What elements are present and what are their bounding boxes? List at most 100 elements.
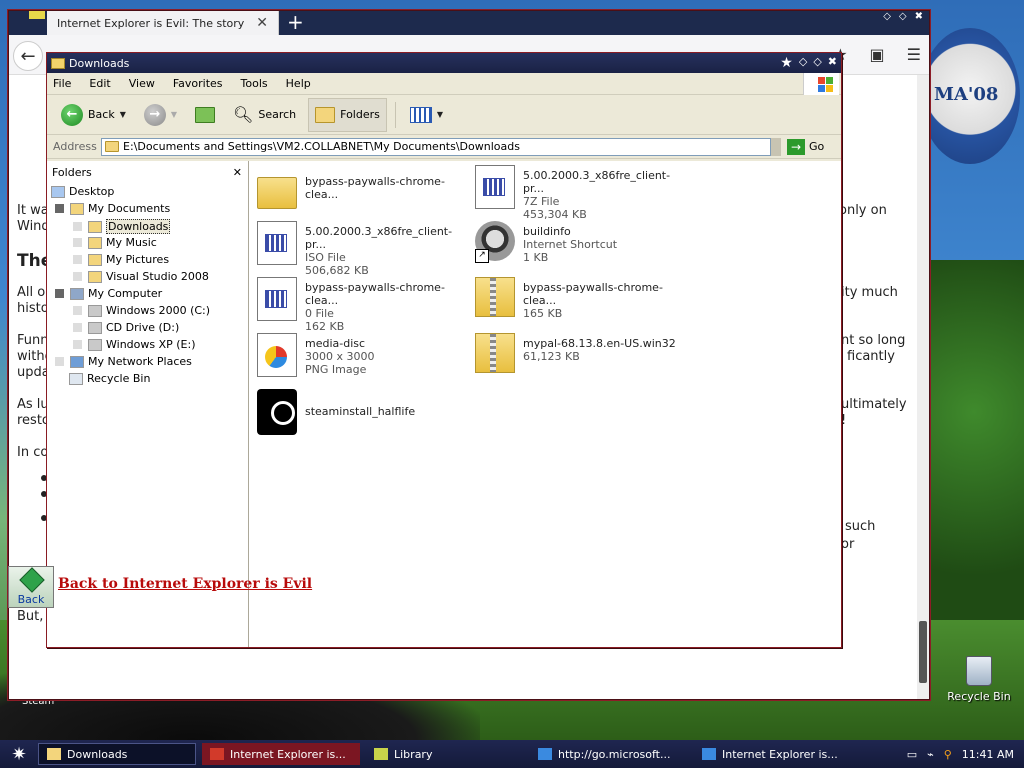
tree-item-my-network-places[interactable]: My Network Places [55, 355, 192, 368]
back-icon-button[interactable]: Back [8, 566, 54, 608]
tree-item-windows-xp-e[interactable]: Windows XP (E:) [73, 338, 196, 351]
search-tray-icon[interactable]: ⚲ [944, 748, 952, 761]
clock[interactable]: 11:41 AM [962, 748, 1014, 761]
go-button[interactable]: → Go [787, 138, 824, 155]
taskbar-task[interactable]: Internet Explorer is... [202, 743, 360, 765]
folder-icon [88, 253, 102, 266]
file-meta: 1 KB [523, 251, 549, 264]
file-meta: 165 KB [523, 307, 563, 320]
back-button[interactable]: ← Back ▼ [55, 98, 132, 132]
file-item[interactable]: 5.00.2000.3_x86fre_client-pr... 7Z File 45… [475, 165, 687, 221]
tree-item-downloads[interactable]: Downloads [73, 219, 171, 234]
menu-item-favorites[interactable]: Favorites [173, 77, 223, 90]
browser-tab[interactable]: Internet Explorer is Evil: The story ✕ [47, 11, 279, 35]
folders-button[interactable]: Folders [308, 97, 387, 132]
file-item[interactable]: bypass-paywalls-chrome-clea... 165 KB [475, 277, 687, 320]
expand-toggle-icon[interactable] [73, 323, 82, 332]
file-name: buildinfo [523, 225, 571, 238]
browser-back-button[interactable]: ← [13, 41, 43, 71]
minimize-icon[interactable]: ◇ [883, 11, 891, 22]
file-item[interactable]: bypass-paywalls-chrome-clea... 0 File 162 … [257, 277, 469, 333]
desktop-recycle-bin[interactable]: Recycle Bin [944, 656, 1014, 703]
maximize-icon[interactable]: ◇ [813, 55, 821, 71]
dropdown-arrow-icon[interactable]: ▼ [120, 110, 126, 119]
explorer-titlebar[interactable]: Downloads ★ ◇ ◇ ✖ [47, 53, 841, 73]
close-icon[interactable]: ✖ [915, 11, 923, 22]
dropdown-arrow-icon[interactable]: ▼ [171, 110, 177, 119]
tree-item-label: My Computer [88, 287, 163, 300]
star-icon[interactable]: ★ [780, 55, 793, 71]
zip-file-icon [475, 333, 515, 373]
file-details: 5.00.2000.3_x86fre_client-pr... 7Z File 45… [523, 165, 687, 221]
expand-toggle-icon[interactable] [73, 340, 82, 349]
tree-item-my-pictures[interactable]: My Pictures [73, 253, 169, 266]
close-icon[interactable]: ✖ [828, 55, 837, 71]
forward-arrow-icon: → [143, 103, 166, 126]
file-item[interactable]: buildinfoInternet Shortcut1 KB [475, 221, 687, 264]
tab-close-icon[interactable]: ✕ [256, 15, 268, 31]
tree-item-my-documents[interactable]: My Documents [55, 202, 170, 215]
menu-item-help[interactable]: Help [286, 77, 311, 90]
file-item[interactable]: 5.00.2000.3_x86fre_client-pr... ISO File 5… [257, 221, 469, 277]
page-text-fragment: only on [839, 203, 887, 218]
tree-item-my-music[interactable]: My Music [73, 236, 157, 249]
menu-item-tools[interactable]: Tools [241, 77, 268, 90]
scrollbar-thumb[interactable] [919, 621, 927, 683]
expand-toggle-icon[interactable] [55, 357, 64, 366]
explorer-toolbar: ← Back ▼ → ▼ 🔍︎ Search Folders ▼ [47, 95, 841, 135]
tree-item-cd-drive-d[interactable]: CD Drive (D:) [73, 321, 179, 334]
tree-item-label: Visual Studio 2008 [106, 270, 209, 283]
tree-item-my-computer[interactable]: My Computer [55, 287, 162, 300]
menu-icon[interactable]: ☰ [907, 45, 921, 64]
expand-toggle-icon[interactable] [55, 289, 64, 298]
tree-item-visual-studio-2008[interactable]: Visual Studio 2008 [73, 270, 209, 283]
back-icon-label: Back [17, 593, 45, 606]
taskbar-task[interactable]: Library [366, 743, 524, 765]
address-dropdown[interactable] [771, 137, 781, 156]
folder-icon [70, 202, 84, 215]
tree-item-recycle-bin[interactable]: Recycle Bin [69, 372, 150, 385]
file-meta: 506,682 KB [305, 264, 369, 277]
folders-pane-title: Folders [52, 165, 92, 179]
file-item[interactable]: mypal-68.13.8.en-US.win32 61,123 KB [475, 333, 687, 373]
forward-button[interactable]: → ▼ [138, 98, 183, 132]
new-tab-button[interactable]: + [287, 11, 304, 33]
expand-toggle-icon[interactable] [55, 204, 64, 213]
file-name: 5.00.2000.3_x86fre_client-pr... [305, 225, 453, 251]
taskbar-task[interactable]: Internet Explorer is... [694, 743, 852, 765]
expand-toggle-icon[interactable] [73, 272, 82, 281]
expand-toggle-icon[interactable] [73, 222, 82, 231]
file-item[interactable]: bypass-paywalls-chrome-clea... [257, 171, 469, 209]
network-icon[interactable]: ⌁ [927, 748, 934, 761]
file-name: bypass-paywalls-chrome-clea... [523, 281, 663, 307]
file-meta: 61,123 KB [523, 350, 580, 363]
menu-item-view[interactable]: View [129, 77, 155, 90]
maximize-icon[interactable]: ◇ [899, 11, 907, 22]
start-button[interactable]: ✷ [0, 744, 38, 765]
close-icon[interactable]: ✕ [233, 166, 242, 179]
page-text-fragment: upda [17, 365, 50, 380]
keyboard-icon[interactable]: ▭ [907, 748, 917, 761]
back-to-ie-link[interactable]: Back to Internet Explorer is Evil [58, 576, 312, 592]
expand-toggle-icon[interactable] [73, 255, 82, 264]
dropdown-arrow-icon[interactable]: ▼ [437, 110, 443, 119]
taskbar-task[interactable]: Downloads [38, 743, 196, 765]
expand-toggle-icon[interactable] [73, 238, 82, 247]
menu-item-file[interactable]: File [53, 77, 71, 90]
search-button[interactable]: 🔍︎ Search [227, 98, 302, 132]
file-details: buildinfo Internet Shortcut 1 KB [523, 221, 617, 264]
tree-item-windows-2000-c[interactable]: Windows 2000 (C:) [73, 304, 210, 317]
page-scrollbar[interactable] [917, 75, 929, 699]
address-input[interactable]: E:\Documents and Settings\VM2.COLLABNET\… [101, 137, 771, 156]
sidebar-icon[interactable]: ▣ [870, 45, 885, 64]
file-item[interactable]: media-disc 3000 x 3000 PNG Image [257, 333, 469, 377]
file-details: bypass-paywalls-chrome-clea... 165 KB [523, 277, 687, 320]
expand-toggle-icon[interactable] [73, 306, 82, 315]
minimize-icon[interactable]: ◇ [799, 55, 807, 71]
up-folder-button[interactable] [189, 98, 221, 132]
file-item[interactable]: steaminstall_halflife [257, 389, 469, 435]
tree-item-desktop[interactable]: Desktop [51, 185, 114, 198]
taskbar-task[interactable]: http://go.microsoft... [530, 743, 688, 765]
views-button[interactable]: ▼ [404, 98, 449, 132]
menu-item-edit[interactable]: Edit [89, 77, 110, 90]
